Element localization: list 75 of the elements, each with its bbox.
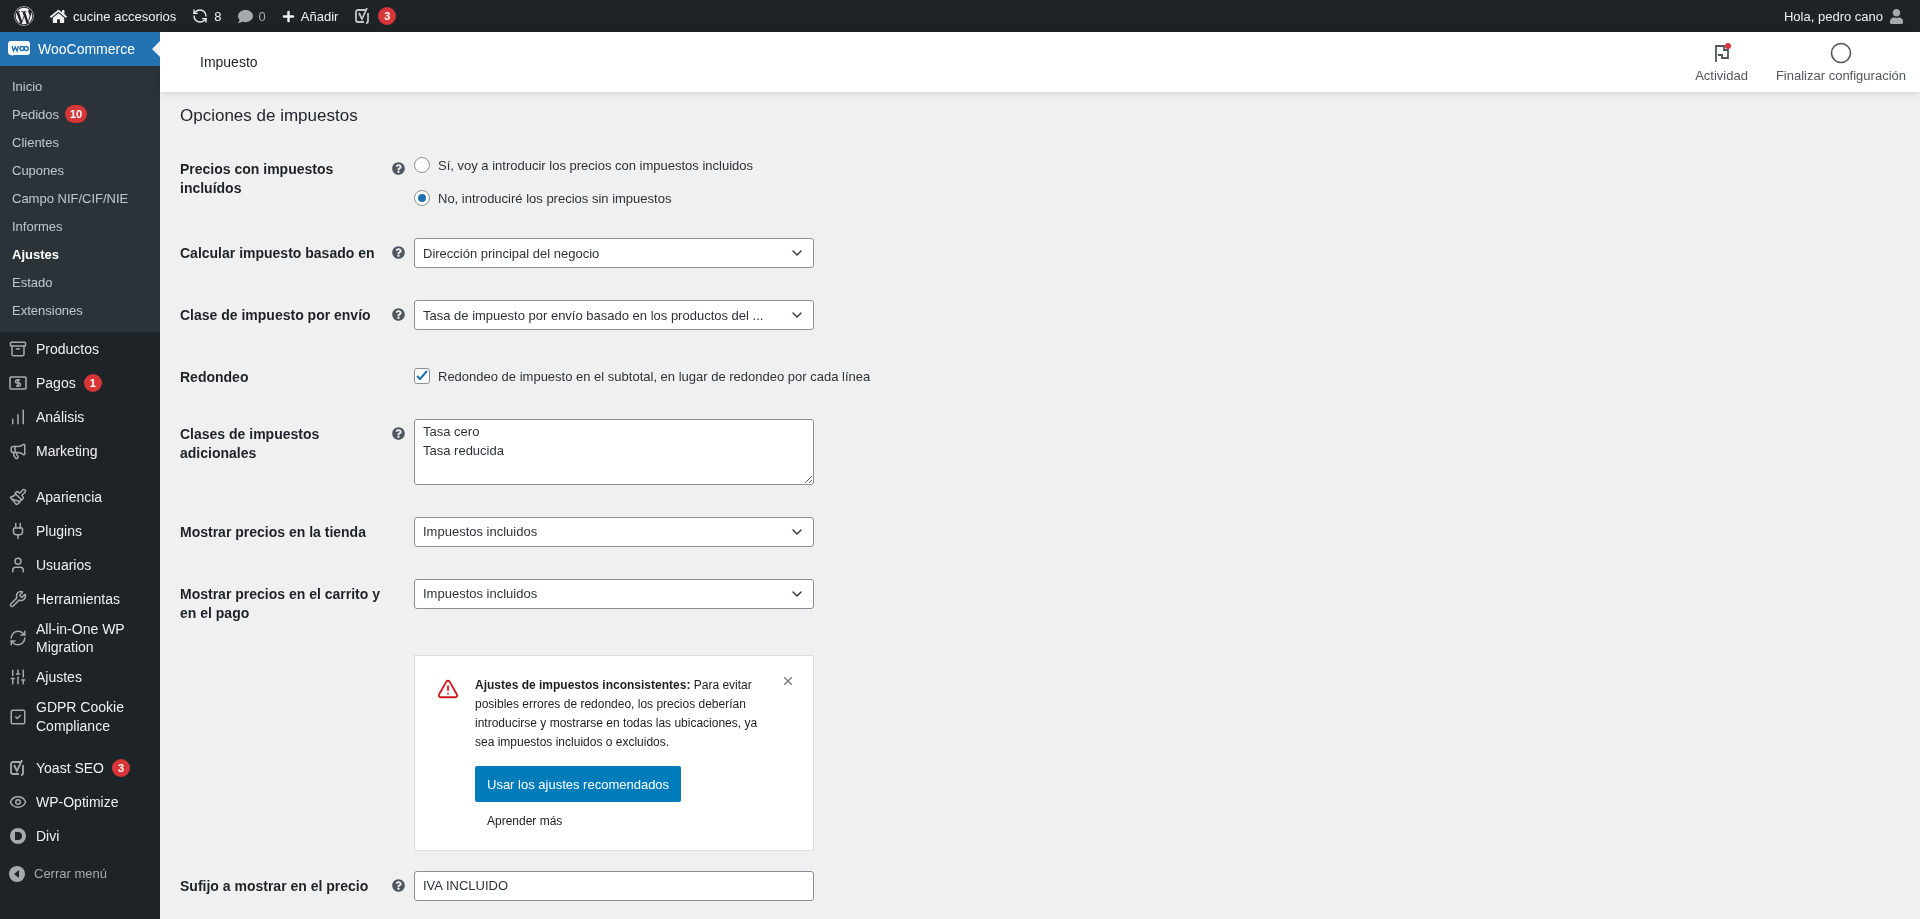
textarea-field[interactable]: Tasa cero Tasa reducida bbox=[414, 418, 814, 485]
radio-option[interactable]: Sí, voy a introducir los precios con impuestos incluidos bbox=[414, 157, 754, 173]
menu-icon bbox=[9, 590, 27, 608]
activity-button[interactable]: Actividad bbox=[1681, 32, 1762, 92]
user-icon bbox=[1889, 8, 1904, 24]
field-label: Calcular impuesto basado en bbox=[180, 244, 376, 263]
menu-icon bbox=[9, 488, 27, 506]
refresh-icon bbox=[192, 8, 209, 24]
menu-icon bbox=[9, 556, 27, 574]
menu-item[interactable]: All-in-One WP Migration bbox=[0, 616, 160, 661]
dollar-card-icon bbox=[9, 374, 27, 392]
site-name-link[interactable]: cucine accesorios bbox=[42, 0, 185, 32]
select-dropdown[interactable]: Impuestos incluidos bbox=[414, 578, 814, 609]
submenu-item[interactable]: Inicio bbox=[0, 72, 160, 100]
learn-more-link[interactable]: Aprender más bbox=[487, 814, 773, 829]
menu-icon bbox=[9, 707, 27, 726]
menu-item[interactable]: Yoast SEO 3 bbox=[0, 750, 160, 785]
submenu-item[interactable]: Pedidos 10 bbox=[0, 100, 160, 128]
submenu-item[interactable]: Ajustes bbox=[0, 240, 160, 268]
menu-item[interactable]: Marketing bbox=[0, 434, 160, 468]
submenu-item[interactable]: Campo NIF/CIF/NIE bbox=[0, 184, 160, 212]
menu-item[interactable]: GDPR Cookie Compliance bbox=[0, 694, 160, 739]
submenu-item[interactable]: Estado bbox=[0, 268, 160, 296]
select-dropdown[interactable]: Tasa de impuesto por envío basado en los productos del ... bbox=[414, 300, 814, 330]
field-label: Clase de impuesto por envío bbox=[180, 306, 372, 325]
submenu-item[interactable]: Clientes bbox=[0, 128, 160, 156]
select-dropdown[interactable]: Impuestos incluidos bbox=[414, 516, 814, 547]
menu-item[interactable]: Pagos 1 bbox=[0, 366, 160, 400]
collapse-menu-button[interactable]: Cerrar menú bbox=[0, 856, 160, 891]
field-label: Clases de impuestos adicionales bbox=[180, 424, 321, 463]
section-title: Opciones de impuestos bbox=[180, 106, 359, 126]
comments-link[interactable]: 0 bbox=[229, 0, 274, 32]
submenu-item[interactable]: Cupones bbox=[0, 156, 160, 184]
finish-setup-button[interactable]: Finalizar configuración bbox=[1761, 32, 1920, 92]
menu-item[interactable]: Divi bbox=[0, 818, 160, 853]
page-title: Impuesto bbox=[200, 54, 259, 70]
yoast-logo-icon bbox=[9, 758, 27, 777]
comment-icon bbox=[237, 8, 253, 24]
home-icon bbox=[50, 7, 67, 25]
field-label: Precios con impuestos incluídos bbox=[180, 160, 335, 198]
menu-item[interactable]: WP-Optimize bbox=[0, 784, 160, 819]
menu-item[interactable]: Ajustes bbox=[0, 660, 160, 695]
divi-logo-icon bbox=[9, 826, 27, 845]
menu-icon bbox=[9, 668, 27, 687]
updates-link[interactable]: 8 bbox=[184, 0, 230, 32]
checkmark-icon bbox=[415, 369, 429, 383]
field-label: Redondeo bbox=[180, 368, 250, 387]
seo-menu-link[interactable]: 3 bbox=[346, 0, 405, 32]
submenu-item[interactable]: Informes bbox=[0, 212, 160, 240]
woo-logo-icon bbox=[8, 41, 30, 57]
input-field[interactable]: IVA INCLUIDO bbox=[414, 870, 814, 901]
menu-item[interactable]: Herramientas bbox=[0, 582, 160, 616]
menu-item[interactable]: Plugins bbox=[0, 514, 160, 548]
menu-icon bbox=[9, 629, 27, 648]
select-dropdown[interactable]: Dirección principal del negocio bbox=[414, 238, 814, 268]
warning-icon bbox=[437, 677, 459, 700]
add-new-link[interactable]: Añadir bbox=[273, 0, 347, 32]
menu-item[interactable]: Apariencia bbox=[0, 480, 160, 514]
menu-item[interactable]: Análisis bbox=[0, 400, 160, 434]
checkbox-option[interactable]: Redondeo de impuesto en el subtotal, en lugar de redondeo por cada línea bbox=[414, 362, 871, 384]
menu-item[interactable]: Productos bbox=[0, 332, 160, 366]
menu-icon bbox=[9, 408, 27, 426]
recommended-settings-button[interactable]: Usar los ajustes recomendados bbox=[475, 766, 682, 803]
plus-icon bbox=[281, 9, 295, 23]
field-label: Mostrar precios en el carrito y en el pago bbox=[180, 584, 381, 623]
field-label: Sufijo a mostrar en el precio bbox=[180, 876, 370, 896]
submenu-item[interactable]: Extensiones bbox=[0, 296, 160, 324]
menu-icon bbox=[9, 340, 27, 358]
menu-icon bbox=[9, 442, 27, 460]
user-greeting-link[interactable]: Hola, pedro cano bbox=[1776, 0, 1912, 32]
woocommerce-menu-item[interactable]: WooCommerce bbox=[0, 32, 160, 66]
radio-option[interactable]: No, introduciré los precios sin impuestos bbox=[414, 190, 754, 206]
notice-text: Ajustes de impuestos inconsistentes: Para evitar posibles errores de redondeo, los precios deberían introducirse y mostrarse en todas las ubicaciones, ya sea impuestos incluidos o excluidos. bbox=[475, 676, 759, 752]
field-label: Mostrar precios en la tienda bbox=[180, 522, 367, 542]
menu-item[interactable]: Usuarios bbox=[0, 548, 160, 582]
